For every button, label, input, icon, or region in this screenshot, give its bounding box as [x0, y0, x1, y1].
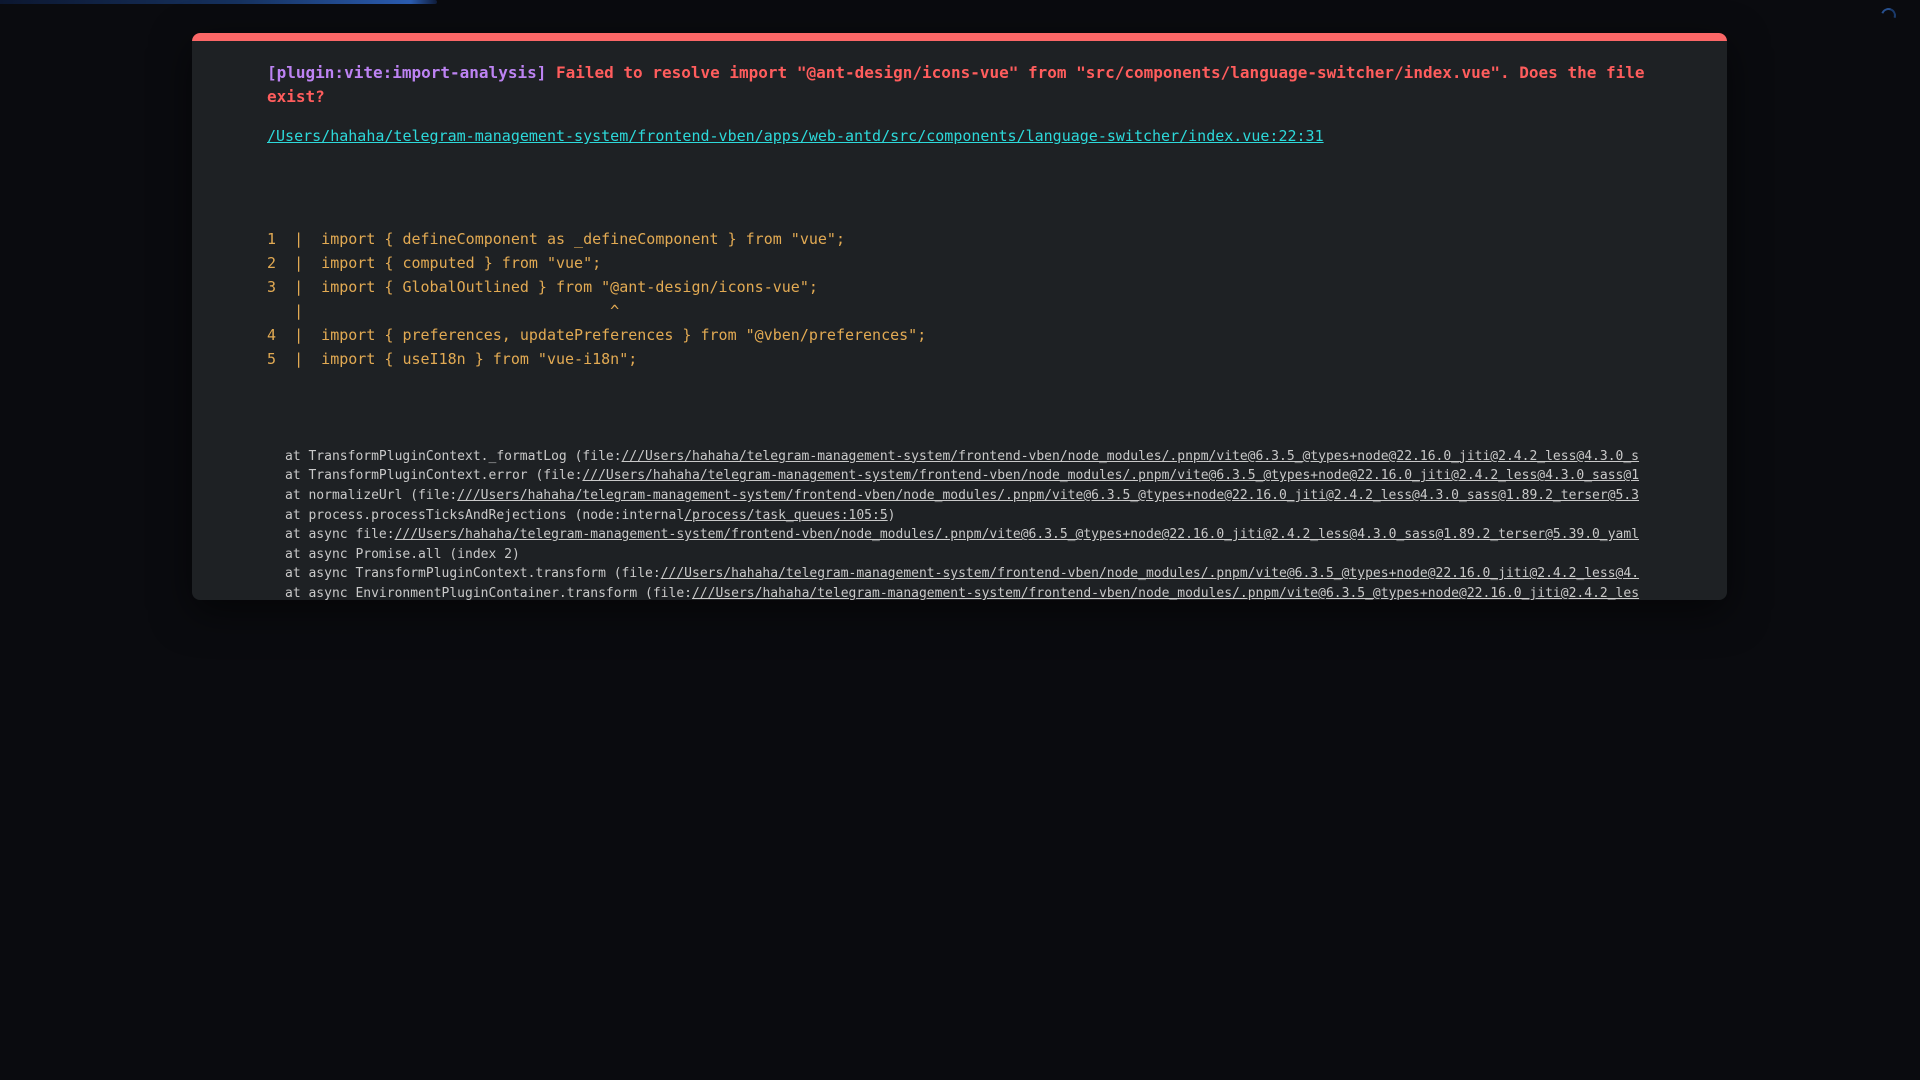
stack-file-link[interactable]: ///Users/hahaha/telegram-management-syst…	[457, 488, 1639, 503]
stack-frame: at async file:///Users/hahaha/telegram-m…	[285, 525, 1659, 545]
code-frame-line: 5 | import { useI18n } from "vue-i18n";	[267, 347, 1659, 371]
stack-file-link[interactable]: ///Users/hahaha/telegram-management-syst…	[395, 527, 1639, 542]
error-message: [plugin:vite:import-analysis] Failed to …	[267, 61, 1659, 109]
error-accent-bar	[192, 33, 1727, 41]
stack-frame: at normalizeUrl (file:///Users/hahaha/te…	[285, 486, 1659, 506]
stack-frame-text: at async TransformPluginContext.transfor…	[285, 566, 661, 581]
code-frame-line: 3 | import { GlobalOutlined } from "@ant…	[267, 275, 1659, 299]
stack-frame: at async TransformPluginContext.transfor…	[285, 564, 1659, 584]
plugin-tag: [plugin:vite:import-analysis]	[267, 63, 546, 82]
stack-frame-text: at async file:	[285, 527, 395, 542]
stack-frame-text: at TransformPluginContext._formatLog (fi…	[285, 449, 622, 464]
stack-file-link[interactable]: ///Users/hahaha/telegram-management-syst…	[622, 449, 1639, 464]
code-frame-line: | ^	[267, 299, 1659, 323]
stack-file-link[interactable]: ///Users/hahaha/telegram-management-syst…	[582, 468, 1639, 483]
app-root: [plugin:vite:import-analysis] Failed to …	[0, 0, 1920, 1080]
stack-frame-text: at TransformPluginContext.error (file:	[285, 468, 582, 483]
stack-frame: at TransformPluginContext._formatLog (fi…	[285, 447, 1659, 467]
code-frame: 1 | import { defineComponent as _defineC…	[267, 155, 1659, 371]
vite-error-overlay-window: [plugin:vite:import-analysis] Failed to …	[192, 33, 1727, 600]
stack-frame: at async Promise.all (index 2)	[285, 545, 1659, 565]
stack-frame-text: at normalizeUrl (file:	[285, 488, 457, 503]
stack-file-link[interactable]: ///Users/hahaha/telegram-management-syst…	[692, 586, 1639, 600]
code-frame-line: 1 | import { defineComponent as _defineC…	[267, 227, 1659, 251]
code-frame-line: 2 | import { computed } from "vue";	[267, 251, 1659, 275]
stack-frame-text: at async Promise.all (index 2)	[285, 547, 520, 562]
stack-frame-text: at process.processTicksAndRejections (no…	[285, 508, 684, 523]
stack-frame-suffix: )	[888, 508, 896, 523]
stack-file-link[interactable]: ///Users/hahaha/telegram-management-syst…	[661, 566, 1639, 581]
stack-frame-text: at async EnvironmentPluginContainer.tran…	[285, 586, 692, 600]
stack-frame: at TransformPluginContext.error (file://…	[285, 466, 1659, 486]
stack-trace: at TransformPluginContext._formatLog (fi…	[267, 388, 1659, 600]
stack-file-link[interactable]: /process/task_queues:105:5	[684, 508, 888, 523]
error-file-link[interactable]: /Users/hahaha/telegram-management-system…	[267, 126, 1324, 146]
stack-frame: at process.processTicksAndRejections (no…	[285, 506, 1659, 526]
code-frame-line: 4 | import { preferences, updatePreferen…	[267, 323, 1659, 347]
stack-frame: at async EnvironmentPluginContainer.tran…	[285, 584, 1659, 600]
error-overlay-content: [plugin:vite:import-analysis] Failed to …	[192, 41, 1727, 600]
